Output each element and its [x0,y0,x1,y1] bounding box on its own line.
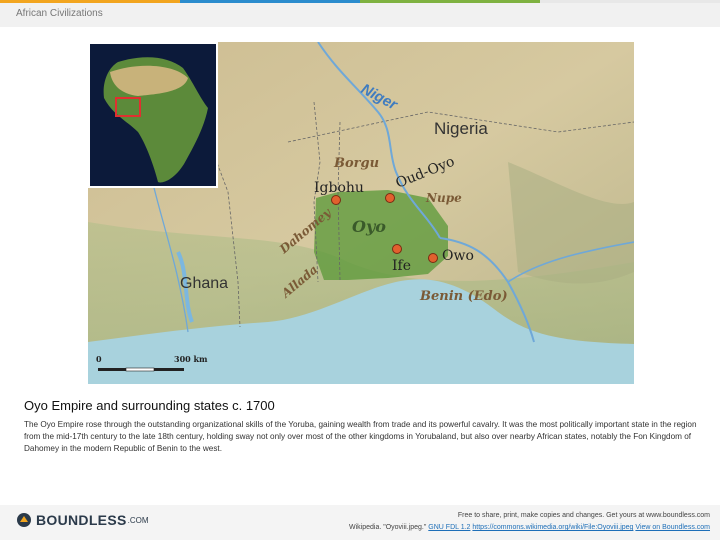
city-marker-ife [392,244,402,254]
boundless-logo[interactable]: BOUNDLESS .COM [16,512,149,528]
city-marker-oud-oyo [385,193,395,203]
license-block: Free to share, print, make copies and ch… [349,510,710,534]
share-text: Free to share, print, make copies and ch… [457,512,710,519]
borgu-label: Borgu [333,156,379,171]
ife-label: Ife [392,258,411,274]
attribution-prefix: Wikipedia. "Oyoviii.jpeg." [349,524,427,531]
scale-zero-label: 0 [96,354,102,364]
owo-label: Owo [442,248,474,264]
ghana-label: Ghana [180,275,228,292]
oyo-empire-map: Niger Nigeria Borgu Oud-Oyo Igbohu Nupe … [88,42,634,384]
logo-domain: .COM [127,515,149,525]
scale-300-label: 300 km [174,354,208,364]
caption-body: The Oyo Empire rose through the outstand… [24,420,697,453]
source-link[interactable]: https://commons.wikimedia.org/wiki/File:… [472,524,633,531]
header-bar: African Civilizations [0,3,720,27]
city-marker-owo [428,253,438,263]
license-link[interactable]: GNU FDL 1.2 [428,524,470,531]
africa-locator-inset [88,42,218,188]
view-on-boundless-link[interactable]: View on Boundless.com [635,524,710,531]
logo-text: BOUNDLESS [36,512,127,528]
boundless-logo-icon [17,513,31,527]
city-marker-igbohu [331,195,341,205]
caption-title: Oyo Empire and surrounding states c. 170… [24,398,275,413]
oyo-label: Oyo [352,217,386,236]
nupe-label: Nupe [425,191,462,205]
benin-edo-label: Benin (Edo) [419,289,508,304]
nigeria-label: Nigeria [434,119,488,138]
page-header-title: African Civilizations [16,8,103,19]
igbohu-label: Igbohu [314,180,364,196]
